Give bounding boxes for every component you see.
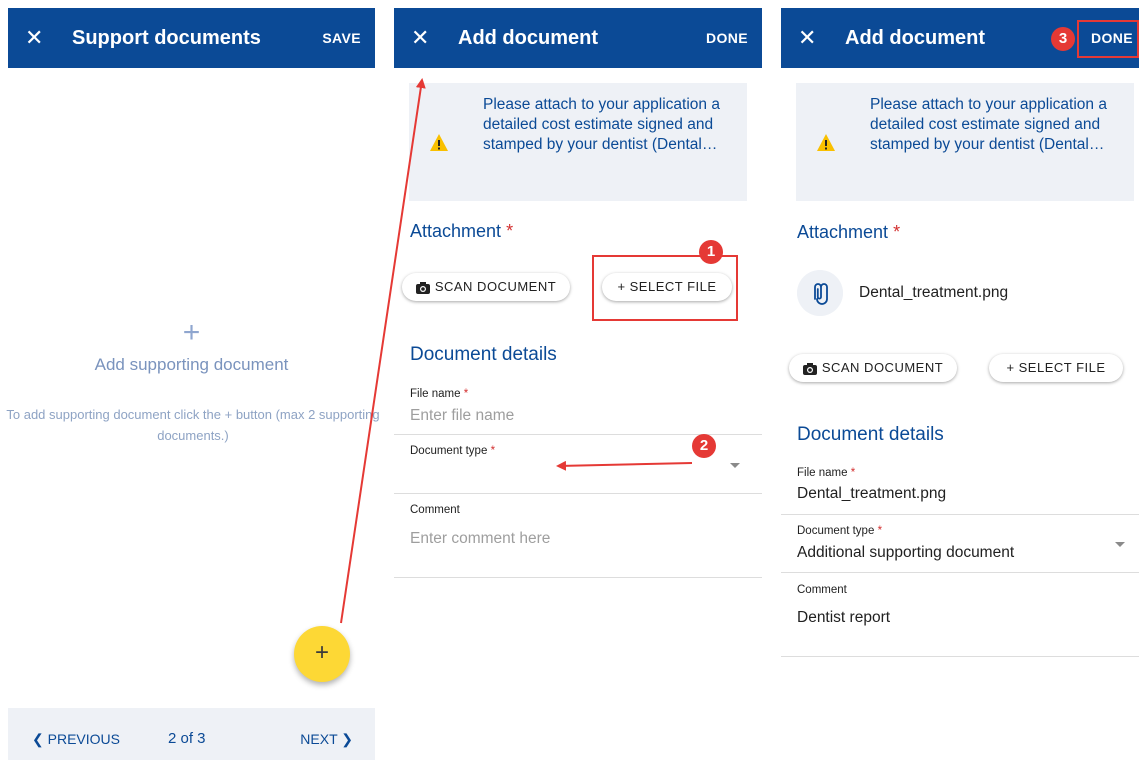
file-name-label-text: File name <box>797 467 848 479</box>
required-mark: * <box>463 388 469 400</box>
camera-icon <box>802 362 817 375</box>
document-type-label-text: Document type <box>410 445 488 457</box>
scan-document-button[interactable]: SCAN DOCUMENT <box>402 273 570 301</box>
file-name-label: File name * <box>797 467 855 479</box>
file-name-input[interactable]: Dental_treatment.png <box>797 485 946 503</box>
scan-document-label: SCAN DOCUMENT <box>821 360 944 375</box>
attachment-heading: Attachment * <box>797 222 900 243</box>
close-icon[interactable]: ✕ <box>25 8 43 68</box>
page-title: Support documents <box>72 27 261 49</box>
info-notice: Please attach to your application a deta… <box>409 83 747 201</box>
file-name-field[interactable]: File name * Enter file name <box>394 378 762 435</box>
attachment-icon <box>797 270 843 316</box>
document-details-heading: Document details <box>410 344 557 365</box>
info-notice: Please attach to your application a deta… <box>796 83 1134 201</box>
add-document-fab[interactable]: + <box>294 626 350 682</box>
comment-label: Comment <box>410 504 460 516</box>
file-name-label: File name * <box>410 388 468 400</box>
previous-button[interactable]: ❮ PREVIOUS <box>32 708 120 770</box>
attachment-heading-text: Attachment <box>410 221 502 241</box>
app-bar: ✕ Add document DONE <box>394 8 762 68</box>
required-mark: * <box>490 445 496 457</box>
comment-field[interactable]: Comment Dentist report <box>781 573 1139 657</box>
page-title: Add document <box>458 27 598 49</box>
comment-field[interactable]: Comment Enter comment here <box>394 494 762 578</box>
warning-icon <box>817 134 835 151</box>
document-type-value: Additional supporting document <box>797 544 1015 561</box>
step-badge-3: 3 <box>1051 27 1075 51</box>
document-type-select[interactable]: Document type * Additional supporting do… <box>781 515 1139 573</box>
done-highlight <box>1077 20 1139 58</box>
document-details-heading: Document details <box>797 424 944 445</box>
attachment-heading: Attachment * <box>410 221 513 242</box>
add-document-screen-empty: ✕ Add document DONE Please attach to you… <box>394 0 762 760</box>
done-button[interactable]: DONE <box>706 8 748 68</box>
required-mark: * <box>850 467 856 479</box>
comment-label: Comment <box>797 584 847 596</box>
document-type-label-text: Document type <box>797 525 875 537</box>
required-mark: * <box>506 221 514 241</box>
file-name-field[interactable]: File name * Dental_treatment.png <box>781 457 1139 515</box>
step-badge-1: 1 <box>699 240 723 264</box>
camera-icon <box>415 281 430 294</box>
page-title: Add document <box>845 27 985 49</box>
page-counter: 2 of 3 <box>168 730 206 747</box>
step-badge-2: 2 <box>692 434 716 458</box>
select-file-highlight <box>592 255 738 321</box>
close-icon[interactable]: ✕ <box>798 8 816 68</box>
comment-input[interactable]: Dentist report <box>797 609 890 627</box>
scan-document-label: SCAN DOCUMENT <box>434 279 557 294</box>
empty-state-title: Add supporting document <box>94 355 289 374</box>
next-button[interactable]: NEXT ❯ <box>300 708 353 770</box>
save-button[interactable]: SAVE <box>322 8 361 68</box>
required-mark: * <box>893 222 901 242</box>
attachment-heading-text: Attachment <box>797 222 889 242</box>
empty-state-hint: To add supporting document click the + b… <box>6 407 380 443</box>
comment-input[interactable]: Enter comment here <box>410 530 550 548</box>
warning-icon <box>430 134 448 151</box>
document-type-label: Document type * <box>410 445 495 457</box>
add-document-plus-icon: + <box>182 316 201 349</box>
select-file-button[interactable]: + SELECT FILE <box>989 354 1123 382</box>
scan-document-button[interactable]: SCAN DOCUMENT <box>789 354 957 382</box>
required-mark: * <box>877 525 883 537</box>
file-name-label-text: File name <box>410 388 461 400</box>
app-bar: ✕ Support documents SAVE <box>8 8 375 68</box>
add-document-screen-filled: ✕ Add document DONE 3 Please attach to y… <box>781 0 1139 760</box>
support-documents-screen: ✕ Support documents SAVE + Add supportin… <box>6 0 380 760</box>
notice-text: Please attach to your application a deta… <box>483 96 720 153</box>
attached-file-name[interactable]: Dental_treatment.png <box>859 284 1008 302</box>
close-icon[interactable]: ✕ <box>411 8 429 68</box>
notice-text: Please attach to your application a deta… <box>870 96 1107 153</box>
chevron-down-icon[interactable] <box>1115 542 1125 547</box>
pager-bar: ❮ PREVIOUS 2 of 3 NEXT ❯ <box>8 708 375 760</box>
document-type-label: Document type * <box>797 525 882 537</box>
file-name-input[interactable]: Enter file name <box>410 407 514 425</box>
chevron-down-icon[interactable] <box>730 463 740 468</box>
